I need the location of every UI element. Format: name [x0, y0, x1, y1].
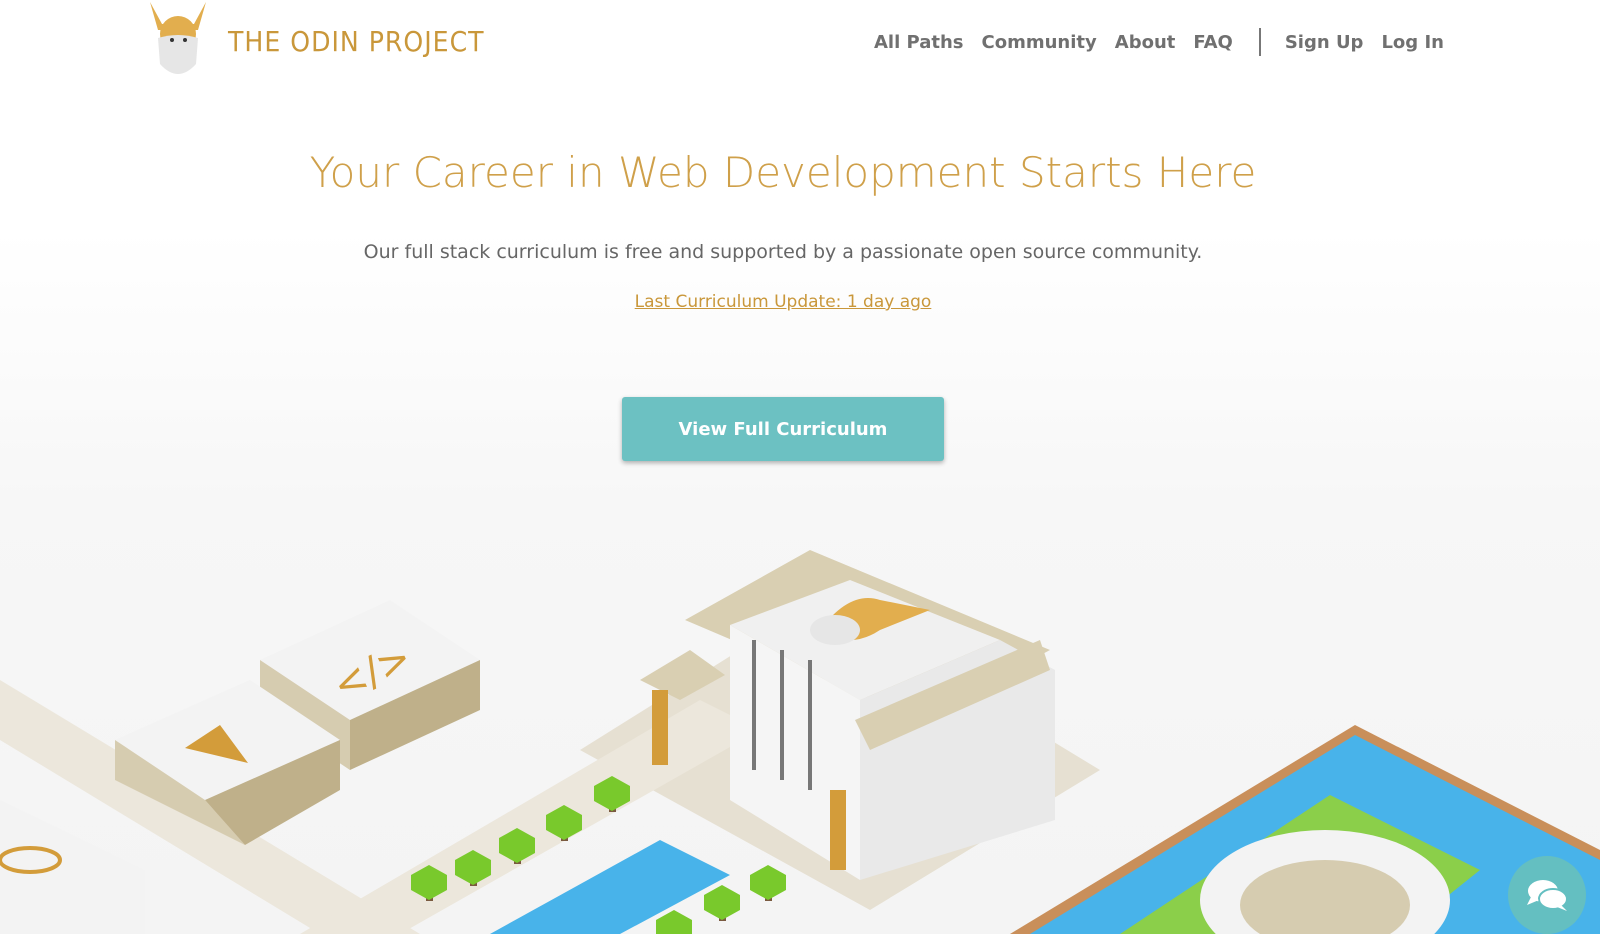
chat-button[interactable]: [1508, 856, 1586, 934]
view-curriculum-button[interactable]: View Full Curriculum: [622, 397, 944, 461]
hero-title: Your Career in Web Development Starts He…: [309, 148, 1257, 197]
chat-bubbles-icon: [1527, 880, 1568, 911]
main-nav: All Paths Community About FAQ Sign Up Lo…: [874, 28, 1462, 56]
hero-illustration: </>: [0, 550, 1600, 934]
nav-sign-up[interactable]: Sign Up: [1285, 32, 1364, 53]
tree-canopy: [750, 865, 786, 900]
tree-canopy: [704, 885, 740, 920]
logo[interactable]: THE ODIN PROJECT: [148, 2, 485, 80]
curriculum-update-link[interactable]: Last Curriculum Update: 1 day ago: [635, 292, 932, 312]
hero-subtitle: Our full stack curriculum is free and su…: [363, 241, 1203, 263]
logo-text: THE ODIN PROJECT: [228, 24, 485, 58]
nav-community[interactable]: Community: [982, 32, 1097, 53]
tree-canopy: [656, 910, 692, 934]
odin-logo-icon: [150, 2, 206, 74]
nav-log-in[interactable]: Log In: [1381, 32, 1444, 53]
nav-all-paths[interactable]: All Paths: [874, 32, 964, 53]
nav-about[interactable]: About: [1115, 32, 1176, 53]
nav-divider: [1258, 28, 1261, 56]
nav-faq[interactable]: FAQ: [1193, 32, 1232, 53]
